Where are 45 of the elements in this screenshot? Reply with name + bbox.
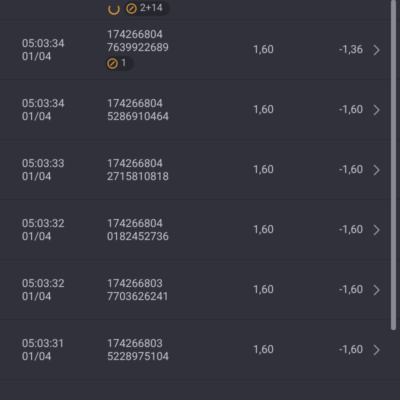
scrollbar[interactable] [391, 0, 396, 330]
price-text: 1,60 [253, 103, 275, 116]
time-text: 05:03:31 [22, 336, 66, 350]
price-text: 1,60 [253, 283, 275, 296]
count-badge: 2+14 [124, 1, 170, 16]
amount-text: -1,60 [338, 283, 363, 296]
chevron-right-icon [373, 44, 380, 56]
amount-text: -1,60 [338, 223, 363, 236]
date-text: 01/04 [22, 170, 52, 182]
id-text: 174266804 [107, 216, 164, 230]
id-text: 2715810818 [107, 170, 170, 182]
date-text: 01/04 [22, 290, 52, 302]
date-text: 01/04 [22, 50, 52, 62]
price-text: 1,60 [253, 163, 275, 176]
price-text: 1,60 [253, 43, 275, 56]
amount-text: -1,60 [338, 103, 363, 116]
count-badge: 1 [105, 56, 134, 71]
id-text: 7703626241 [107, 290, 170, 302]
id-text: 0182452736 [107, 230, 170, 242]
id-text: 174266803 [107, 336, 164, 350]
id-text: 5286910464 [107, 110, 170, 122]
id-text: 174266804 [107, 96, 164, 110]
amount-text: -1,36 [338, 43, 363, 56]
price-text: 1,60 [253, 223, 275, 236]
time-text: 05:03:32 [22, 216, 66, 230]
date-text: 01/04 [22, 350, 52, 362]
id-text: 7639922689 [107, 41, 170, 54]
date-text: 01/04 [22, 110, 52, 122]
id-text: 174266803 [107, 276, 164, 290]
id-text: 174266804 [107, 156, 164, 170]
price-text: 1,60 [253, 343, 275, 356]
time-text: 05:03:33 [22, 156, 66, 170]
id-text: 5228975104 [107, 350, 170, 362]
amount-text: -1,60 [338, 163, 363, 176]
time-text: 05:03:34 [22, 96, 66, 110]
date-text: 01/04 [22, 230, 52, 242]
time-text: 05:03:32 [22, 276, 66, 290]
chevron-right-icon [373, 164, 380, 176]
amount-text: -1,60 [338, 343, 363, 356]
chevron-right-icon [373, 344, 380, 356]
time-text: 05:03:34 [22, 36, 66, 50]
chevron-right-icon [373, 104, 380, 116]
chevron-right-icon [373, 224, 380, 236]
chevron-right-icon [373, 284, 380, 296]
id-text: 174266804 [107, 28, 164, 41]
